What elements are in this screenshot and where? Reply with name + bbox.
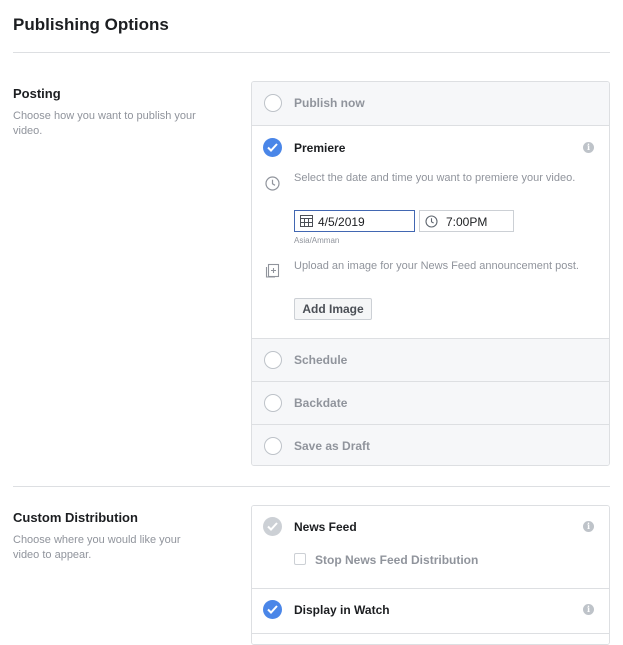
premiere-time-input[interactable]: 7:00PM [419, 210, 514, 232]
option-premiere[interactable]: Premiere i Select the date and time you … [252, 125, 609, 338]
distribution-section-title: Custom Distribution [13, 510, 138, 525]
option-backdate[interactable]: Backdate [252, 381, 609, 424]
stop-news-feed-label: Stop News Feed Distribution [315, 553, 479, 567]
posting-section-description: Choose how you want to publish your vide… [13, 110, 196, 137]
option-publish-now[interactable]: Publish now [252, 82, 609, 125]
header-divider [13, 52, 610, 53]
display-watch-info-icon[interactable]: i [583, 604, 594, 615]
calendar-icon [300, 215, 313, 227]
clock-icon [265, 176, 280, 191]
premiere-date-value: 4/5/2019 [318, 215, 365, 229]
time-clock-icon [425, 215, 438, 228]
save-draft-radio[interactable] [264, 437, 282, 455]
news-feed-info-icon[interactable]: i [583, 521, 594, 532]
posting-options-panel: Publish now Premiere i Select the date a… [251, 81, 610, 466]
premiere-date-input[interactable]: 4/5/2019 [294, 210, 415, 232]
news-feed-check-icon[interactable] [263, 517, 282, 536]
publish-now-label: Publish now [294, 96, 365, 110]
option-schedule[interactable]: Schedule [252, 338, 609, 381]
save-draft-label: Save as Draft [294, 439, 371, 453]
backdate-label: Backdate [294, 396, 348, 410]
schedule-label: Schedule [294, 353, 348, 367]
premiere-label: Premiere [294, 141, 346, 155]
page-title: Publishing Options [13, 15, 169, 34]
upload-prompt: Upload an image for your News Feed annou… [294, 260, 579, 272]
option-save-draft[interactable]: Save as Draft [252, 424, 609, 465]
display-watch-check-icon[interactable] [263, 600, 282, 619]
add-image-button[interactable]: Add Image [294, 298, 372, 320]
distribution-options-panel: News Feed i Stop News Feed Distribution … [251, 505, 610, 645]
backdate-radio[interactable] [264, 394, 282, 412]
section-divider [13, 486, 610, 487]
posting-section-title: Posting [13, 86, 61, 101]
timezone-label: Asia/Amman [294, 236, 340, 245]
news-feed-label: News Feed [294, 520, 357, 534]
premiere-check-icon[interactable] [263, 138, 282, 157]
publish-now-radio[interactable] [264, 94, 282, 112]
schedule-radio[interactable] [264, 351, 282, 369]
display-watch-label: Display in Watch [294, 603, 390, 617]
stop-news-feed-checkbox[interactable] [294, 553, 306, 565]
option-news-feed[interactable]: News Feed i Stop News Feed Distribution [252, 506, 609, 588]
option-display-watch[interactable]: Display in Watch i [252, 588, 609, 633]
premiere-info-icon[interactable]: i [583, 142, 594, 153]
premiere-time-value: 7:00PM [446, 215, 488, 229]
image-upload-icon [265, 263, 280, 278]
distribution-section-description: Choose where you would like your video t… [13, 534, 181, 561]
premiere-date-prompt: Select the date and time you want to pre… [294, 172, 576, 184]
